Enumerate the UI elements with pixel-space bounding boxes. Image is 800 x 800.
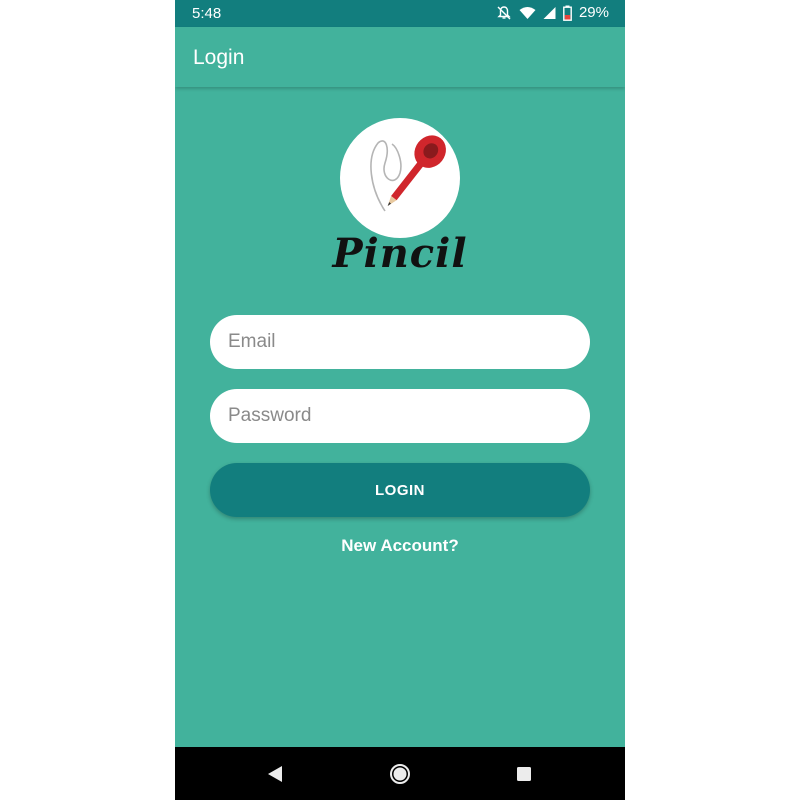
login-button[interactable]: LOGIN xyxy=(210,463,590,517)
password-field[interactable] xyxy=(210,389,590,443)
notifications-off-icon xyxy=(496,5,512,21)
email-field[interactable] xyxy=(210,315,590,369)
logo-wordmark: Pincil xyxy=(332,230,468,277)
battery-percent: 29% xyxy=(578,4,609,21)
status-icons: 29% xyxy=(496,4,609,21)
recents-icon[interactable] xyxy=(511,761,537,787)
logo-icon xyxy=(340,118,460,238)
status-time: 5:48 xyxy=(192,5,222,22)
home-icon[interactable] xyxy=(387,761,413,787)
phone-screen: 5:48 29% Login Pincil Email LOGIN New Ac… xyxy=(175,0,625,800)
navigation-bar xyxy=(175,747,625,800)
back-icon[interactable] xyxy=(262,761,288,787)
cell-signal-icon xyxy=(543,6,556,20)
status-bar: 5:48 29% xyxy=(175,0,625,27)
page-title: Login xyxy=(193,46,245,69)
battery-low-icon xyxy=(563,5,572,21)
app-bar: Login xyxy=(175,27,625,87)
wifi-icon xyxy=(519,6,536,20)
new-account-link[interactable]: New Account? xyxy=(175,536,625,556)
